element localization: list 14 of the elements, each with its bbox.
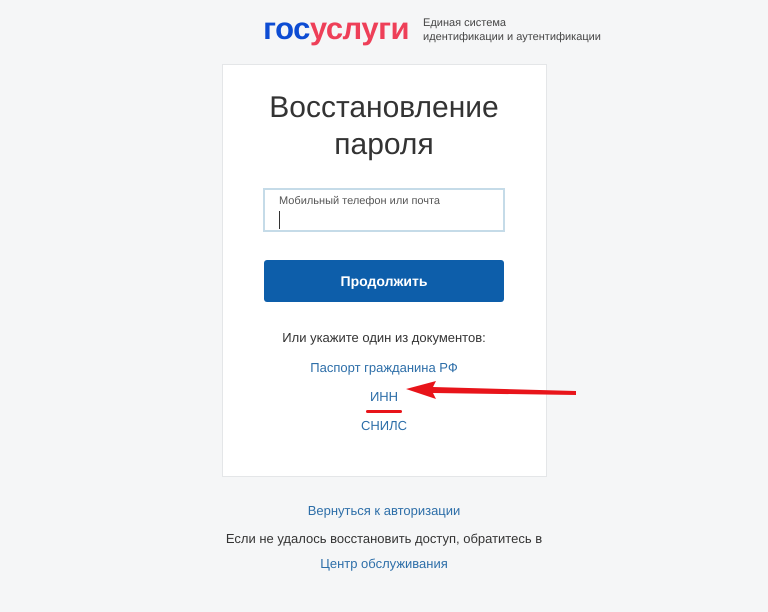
continue-button[interactable]: Продолжить <box>264 260 504 302</box>
document-link[interactable]: Паспорт гражданина РФ <box>310 358 458 378</box>
help-text: Если не удалось восстановить доступ, обратитесь в <box>226 530 542 548</box>
tagline-text: Единая система <box>423 16 508 30</box>
input-field[interactable]: Мобильный телефон или почта <box>263 188 505 232</box>
back-link[interactable]: Вернуться к авторизации <box>308 501 460 520</box>
document-link[interactable]: СНИЛС <box>360 416 408 436</box>
text-cursor <box>279 211 280 229</box>
document-link[interactable]: ИНН <box>370 386 398 406</box>
page-title: Восстановление пароля <box>268 90 500 163</box>
logo: госуслуги <box>263 14 410 44</box>
tagline-text: идентификации и аутентификации <box>423 30 601 44</box>
prompt-text: Или укажите один из документов: <box>282 329 486 347</box>
service-center-link[interactable]: Центр обслуживания <box>320 554 448 574</box>
